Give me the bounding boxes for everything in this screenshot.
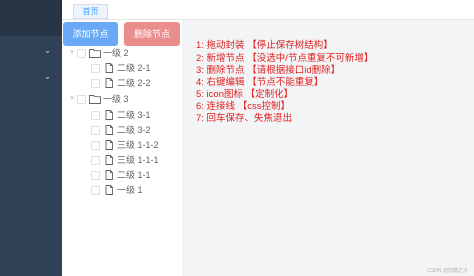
tags-bar: 首页 (62, 0, 474, 20)
folder-icon (89, 48, 101, 58)
tree-node-label: 二级 1-1 (117, 170, 151, 180)
tree-node-label: 三级 1-1-2 (117, 140, 159, 150)
sidebar: ⌄ ⌄ (0, 0, 62, 276)
tree-node-checkbox[interactable] (91, 63, 100, 73)
tree-node[interactable]: ▾ 一级 2 (67, 46, 129, 60)
tree-node-checkbox[interactable] (91, 110, 100, 120)
document-icon (103, 140, 115, 150)
tree-node-label: 一级 3 (103, 94, 129, 104)
tree-node-checkbox[interactable] (91, 155, 100, 165)
document-icon (103, 125, 115, 135)
tree-node-checkbox[interactable] (91, 125, 100, 135)
document-icon (103, 63, 115, 73)
tree-node-label: 二级 3-1 (117, 110, 151, 120)
chevron-down-icon[interactable]: ⌄ (43, 72, 52, 81)
note-line: 5: icon图标 【定制化】 (196, 89, 294, 100)
tree-node[interactable]: ▾ 一级 3 (67, 92, 129, 106)
tree-node-label: 二级 2-1 (117, 63, 151, 73)
document-icon (103, 170, 115, 180)
sidebar-header (0, 0, 62, 36)
tree-node[interactable]: 三级 1-1-1 (81, 153, 159, 167)
note-line: 3: 删除节点 【请根据接口id删除】 (196, 65, 341, 76)
delete-node-button[interactable]: 删除节点 (124, 22, 180, 46)
tree-node-checkbox[interactable] (91, 140, 100, 150)
tree-node[interactable]: 二级 3-1 (81, 108, 151, 122)
add-node-button[interactable]: 添加节点 (63, 22, 118, 46)
chevron-down-icon[interactable]: ⌄ (43, 46, 52, 55)
tree-node-checkbox[interactable] (77, 94, 86, 104)
tree-node-label: 二级 2-2 (117, 78, 151, 88)
tree-node-checkbox[interactable] (91, 78, 100, 88)
document-icon (103, 155, 115, 165)
main-content: 1: 拖动封装 【停止保存树结构】 2: 新增节点 【没选中/节点重复不可新增】 3… (182, 20, 474, 276)
document-icon (103, 110, 115, 120)
document-icon (103, 185, 115, 195)
tree-node[interactable]: 二级 3-2 (81, 123, 151, 137)
note-line: 2: 新增节点 【没选中/节点重复不可新增】 (196, 53, 374, 64)
tree-node[interactable]: 二级 1-1 (81, 168, 151, 182)
caret-down-icon[interactable]: ▾ (67, 92, 77, 106)
document-icon (103, 78, 115, 88)
tree-node[interactable]: 一级 1 (81, 183, 143, 197)
tree-node-label: 三级 1-1-1 (117, 155, 159, 165)
note-line: 4: 右键编辑 【节点不能重复】 (196, 77, 324, 88)
watermark: CSDN @前端之子 (427, 268, 468, 274)
tree-node[interactable]: 三级 1-1-2 (81, 138, 159, 152)
note-line: 1: 拖动封装 【停止保存树结构】 (196, 40, 333, 51)
tree-node-label: 一级 2 (103, 48, 129, 58)
tree-node-label: 一级 1 (117, 185, 143, 195)
tree-node[interactable]: 二级 2-2 (81, 76, 151, 90)
tree-panel: 添加节点 删除节点 ▾ 一级 2 二级 2-1 二级 2-2 ▾ 一级 3 二级 3-1 二级… (62, 20, 182, 276)
folder-icon (89, 94, 101, 104)
note-line: 6: 连接线 【css控制】 (196, 101, 290, 112)
tree-node-checkbox[interactable] (77, 48, 86, 58)
tab-home[interactable]: 首页 (73, 4, 108, 19)
note-line: 7: 回车保存、失焦退出 (196, 113, 293, 124)
tree-node[interactable]: 二级 2-1 (81, 61, 151, 75)
tree-node-label: 二级 3-2 (117, 125, 151, 135)
tree-node-checkbox[interactable] (91, 170, 100, 180)
tree-node-checkbox[interactable] (91, 185, 100, 195)
caret-down-icon[interactable]: ▾ (67, 46, 77, 60)
